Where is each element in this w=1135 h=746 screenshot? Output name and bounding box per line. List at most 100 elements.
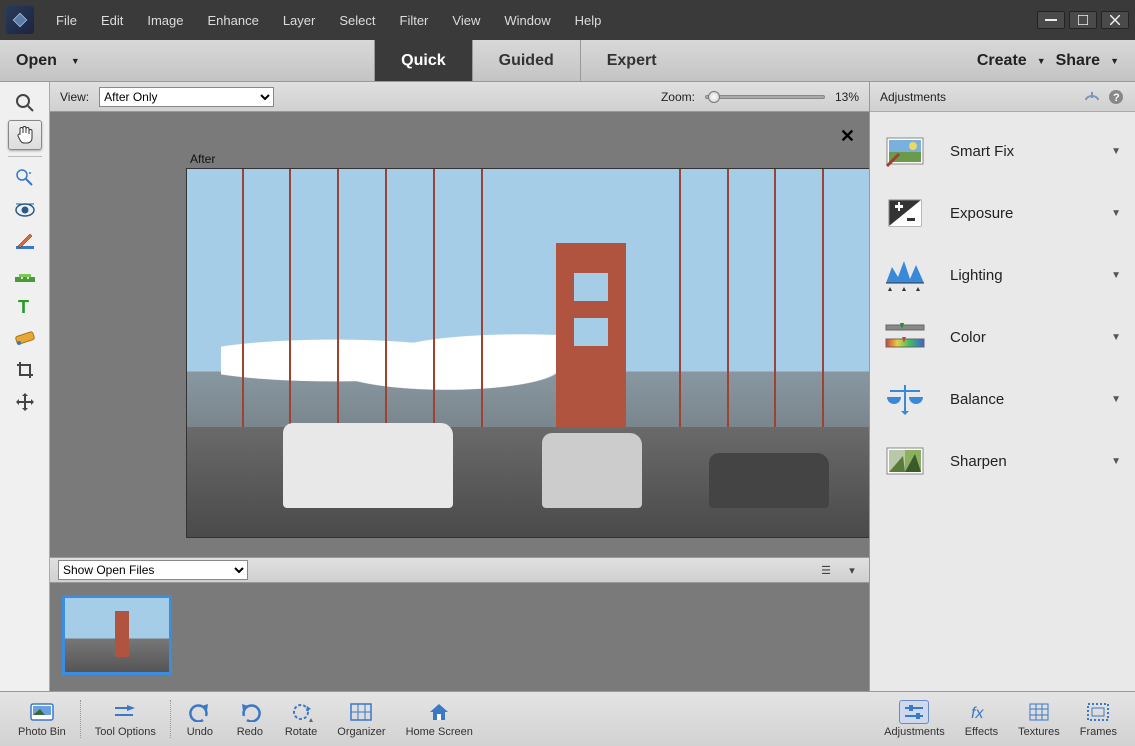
bottom-bar: Photo Bin Tool Options Undo Redo Rotate …: [0, 691, 1135, 746]
eye-tool[interactable]: [8, 195, 42, 225]
adjustment-smart-fix[interactable]: Smart Fix ▼: [870, 120, 1135, 182]
home-screen-button[interactable]: Home Screen: [396, 692, 483, 746]
tool-options-button[interactable]: Tool Options: [85, 692, 166, 746]
adjustment-lighting[interactable]: Lighting ▼: [870, 244, 1135, 306]
app-logo: [6, 6, 34, 34]
spot-heal-tool[interactable]: [8, 259, 42, 289]
adjustment-exposure[interactable]: Exposure ▼: [870, 182, 1135, 244]
filebar-options-icon[interactable]: ☰: [817, 562, 835, 578]
menu-image[interactable]: Image: [135, 13, 195, 28]
filebar-collapse-icon[interactable]: ▾: [843, 562, 861, 578]
svg-text:T: T: [18, 297, 29, 315]
organizer-button[interactable]: Organizer: [327, 692, 395, 746]
redo-button[interactable]: Redo: [225, 692, 275, 746]
bandage-icon: [14, 265, 36, 283]
view-select[interactable]: After Only: [99, 87, 274, 107]
window-close-button[interactable]: [1101, 11, 1129, 29]
chevron-down-icon: ▼: [1111, 394, 1121, 405]
whiten-tool[interactable]: [8, 227, 42, 257]
photo-bin-button[interactable]: Photo Bin: [8, 692, 76, 746]
rotate-button[interactable]: Rotate: [275, 692, 327, 746]
adjustment-balance[interactable]: Balance ▼: [870, 368, 1135, 430]
undo-button[interactable]: Undo: [175, 692, 225, 746]
window-maximize-button[interactable]: [1069, 11, 1097, 29]
photo-thumbnail[interactable]: [62, 595, 172, 675]
view-label: View:: [60, 90, 89, 104]
frames-tab-button[interactable]: Frames: [1070, 692, 1127, 746]
organizer-icon: [350, 703, 372, 721]
adjustment-color[interactable]: Color ▼: [870, 306, 1135, 368]
window-minimize-button[interactable]: [1037, 11, 1065, 29]
open-files-select[interactable]: Show Open Files: [58, 560, 248, 580]
wand-icon: [15, 168, 35, 188]
brush-icon: [14, 232, 36, 252]
create-button[interactable]: Create▼: [977, 52, 1046, 70]
svg-text:?: ?: [1113, 92, 1120, 104]
chevron-down-icon: ▼: [1111, 332, 1121, 343]
exposure-icon: [884, 194, 926, 232]
adjustments-panel: Adjustments ? Smart Fix ▼ Exposure ▼ Lig…: [869, 82, 1135, 691]
chevron-down-icon: ▼: [1111, 146, 1121, 157]
open-label: Open: [16, 52, 57, 70]
menu-view[interactable]: View: [440, 13, 492, 28]
caret-down-icon: ▼: [1110, 56, 1119, 66]
adjustments-title: Adjustments: [880, 90, 946, 104]
balance-icon: [884, 380, 926, 418]
menu-bar: File Edit Image Enhance Layer Select Fil…: [0, 0, 1135, 40]
menu-enhance[interactable]: Enhance: [196, 13, 271, 28]
textures-tab-button[interactable]: Textures: [1008, 692, 1070, 746]
zoom-tool[interactable]: [8, 88, 42, 118]
mode-bar: Open ▼ Quick Guided Expert Create▼ Share…: [0, 40, 1135, 82]
move-icon: [15, 392, 35, 412]
fx-icon: fx: [970, 702, 992, 722]
adjustment-sharpen[interactable]: Sharpen ▼: [870, 430, 1135, 492]
frames-icon: [1087, 703, 1109, 721]
color-icon: [884, 318, 926, 356]
share-button[interactable]: Share▼: [1056, 52, 1119, 70]
close-document-button[interactable]: ✕: [840, 126, 855, 147]
open-button[interactable]: Open ▼: [0, 40, 96, 81]
crop-tool[interactable]: [8, 355, 42, 385]
chevron-down-icon: ▼: [1111, 456, 1121, 467]
menu-window[interactable]: Window: [492, 13, 562, 28]
quick-select-tool[interactable]: [8, 163, 42, 193]
effects-tab-button[interactable]: fx Effects: [955, 692, 1008, 746]
hand-icon: [14, 124, 36, 146]
svg-text:fx: fx: [971, 705, 984, 722]
text-tool[interactable]: T: [8, 291, 42, 321]
straighten-tool[interactable]: [8, 323, 42, 353]
menu-file[interactable]: File: [44, 13, 89, 28]
zoom-label: Zoom:: [661, 90, 695, 104]
hand-tool[interactable]: [8, 120, 42, 150]
tab-guided[interactable]: Guided: [472, 40, 580, 81]
after-label: After: [190, 152, 215, 166]
menu-layer[interactable]: Layer: [271, 13, 328, 28]
adjustments-tab-button[interactable]: Adjustments: [874, 692, 955, 746]
zoom-slider[interactable]: [705, 95, 825, 99]
reset-icon[interactable]: [1083, 88, 1101, 106]
menu-select[interactable]: Select: [327, 13, 387, 28]
textures-icon: [1029, 703, 1049, 721]
tab-quick[interactable]: Quick: [374, 40, 471, 81]
help-icon[interactable]: ?: [1107, 88, 1125, 106]
zoom-value: 13%: [835, 90, 859, 104]
sliders-icon: [903, 703, 925, 721]
menu-help[interactable]: Help: [563, 13, 614, 28]
undo-icon: [188, 702, 212, 722]
lighting-icon: [884, 256, 926, 294]
document-image[interactable]: [186, 168, 869, 538]
text-icon: T: [16, 297, 34, 315]
menu-edit[interactable]: Edit: [89, 13, 135, 28]
adjustments-panel-header: Adjustments ?: [870, 82, 1135, 112]
smart-fix-icon: [884, 132, 926, 170]
photo-bin: [50, 583, 869, 691]
menu-filter[interactable]: Filter: [388, 13, 441, 28]
zoom-slider-thumb[interactable]: [708, 91, 720, 103]
canvas-area: ✕ After: [50, 112, 869, 557]
chevron-down-icon: ▼: [1111, 270, 1121, 281]
view-bar: View: After Only Zoom: 13%: [50, 82, 869, 112]
eye-icon: [14, 202, 36, 218]
crop-icon: [15, 360, 35, 380]
move-tool[interactable]: [8, 387, 42, 417]
tab-expert[interactable]: Expert: [580, 40, 683, 81]
